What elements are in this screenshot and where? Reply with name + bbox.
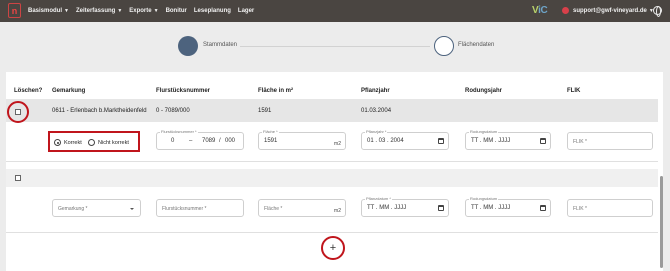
menu-label: Exporte: [129, 8, 152, 14]
cell-flurstueck: 0 - 7089/000: [156, 108, 190, 114]
calendar-icon[interactable]: [438, 205, 444, 211]
add-row-button[interactable]: +: [321, 236, 345, 260]
unit-label: m2: [334, 141, 341, 147]
cell-flaeche: 1591: [258, 108, 272, 114]
radio-nicht-korrekt[interactable]: [88, 139, 95, 146]
menu-leseplanung[interactable]: Leseplanung: [194, 8, 231, 14]
flur-part-b: 7089: [202, 138, 216, 144]
step-stammdaten-indicator[interactable]: [178, 36, 198, 56]
flik-input[interactable]: FLIK *: [567, 132, 653, 150]
gemarkung-select[interactable]: Gemarkung *: [52, 199, 141, 217]
chevron-down-icon: ▼: [153, 8, 159, 14]
rodung-date-input[interactable]: Rodungsdatum TT . MM . JJJJ: [465, 196, 551, 217]
header-loeschen: Löschen?: [14, 88, 43, 94]
menu-exporte[interactable]: Exporte ▼: [129, 8, 158, 14]
calendar-icon[interactable]: [438, 138, 444, 144]
field-label: Pflanzjahr *: [365, 129, 388, 134]
flaeche-input[interactable]: Fläche * m2: [258, 199, 346, 217]
account-email: support@gwf-vineyard.de: [573, 8, 647, 14]
field-label: Rodungsdatum: [469, 129, 499, 134]
menu-label: Leseplanung: [193, 8, 231, 14]
step-connector: [240, 46, 430, 47]
flur-part-c: 000: [225, 138, 236, 144]
menu-label: Bonitur: [165, 8, 187, 14]
header-gemarkung: Gemarkung: [52, 88, 86, 94]
flurstueck-input[interactable]: Flurstücksnummer *: [156, 199, 244, 217]
date-value: TT . MM . JJJJ: [471, 138, 511, 144]
divider: [6, 232, 658, 233]
radio-korrekt[interactable]: [54, 139, 61, 146]
header-pflanzjahr: Pflanzjahr: [361, 88, 390, 94]
menu-zeiterfassung[interactable]: Zeiterfassung ▼: [76, 8, 122, 14]
field-label: Flurstücksnummer *: [160, 129, 198, 134]
menu-label: Lager: [237, 8, 255, 14]
top-navigation-bar: n Basismodul ▼ Zeiterfassung ▼ Exporte ▼ Bo…: [0, 0, 670, 22]
step-stammdaten-label: Stammdaten: [203, 42, 238, 48]
flik-input[interactable]: FLIK *: [567, 199, 653, 217]
header-flaeche: Fläche in m²: [258, 88, 294, 94]
field-label: Rodungsdatum: [469, 196, 499, 201]
flaeche-input[interactable]: Fläche * 1591 m2: [258, 129, 346, 150]
menu-basismodul[interactable]: Basismodul ▼: [28, 8, 69, 14]
step-flaechendaten-indicator[interactable]: [434, 36, 454, 56]
calendar-icon[interactable]: [540, 138, 546, 144]
menu-label: Basismodul: [28, 8, 63, 14]
globe-icon[interactable]: [653, 6, 662, 17]
pflanzjahr-date-input[interactable]: Pflanzjahr * 01 . 03 . 2004: [361, 129, 449, 150]
header-flurstueck: Flurstücksnummer: [156, 88, 211, 94]
main-menu: Basismodul ▼ Zeiterfassung ▼ Exporte ▼ Boni…: [28, 0, 254, 22]
brand-right: iC: [538, 5, 548, 16]
unit-label: m2: [334, 208, 341, 214]
pflanzjahr-date-input[interactable]: Pflanzdatum * TT . MM . JJJJ: [361, 196, 449, 217]
placeholder: Flurstücksnummer *: [162, 206, 207, 212]
date-value: 01 . 03 . 2004: [367, 138, 404, 144]
placeholder: FLIK *: [573, 139, 587, 145]
menu-bonitur[interactable]: Bonitur: [166, 8, 187, 14]
header-flik: FLIK: [567, 88, 581, 94]
account-menu[interactable]: support@gwf-vineyard.de ▼: [573, 0, 654, 22]
placeholder: Gemarkung *: [58, 206, 88, 212]
app-logo-icon[interactable]: n: [8, 3, 21, 18]
notification-icon[interactable]: [562, 7, 569, 14]
flur-separator: /: [219, 138, 221, 144]
brand-logo: ViC: [532, 5, 548, 16]
cell-gemarkung: 0611 - Erlenbach b.Marktheidenfeld: [52, 108, 147, 114]
field-label: Fläche *: [262, 129, 279, 134]
scrollbar[interactable]: [660, 176, 663, 268]
date-value: TT . MM . JJJJ: [471, 205, 511, 211]
chevron-down-icon: ▼: [117, 8, 123, 14]
table-row: [6, 169, 658, 187]
rodung-date-input[interactable]: Rodungsdatum TT . MM . JJJJ: [465, 129, 551, 150]
flaeche-value: 1591: [264, 138, 278, 144]
chevron-down-icon: ▼: [64, 8, 69, 14]
placeholder: Fläche *: [264, 206, 283, 212]
menu-label: Zeiterfassung: [75, 8, 116, 14]
header-rodungsjahr: Rodungsjahr: [465, 88, 502, 94]
divider: [6, 161, 658, 162]
delete-checkbox[interactable]: [15, 175, 21, 181]
delete-checkbox[interactable]: [15, 109, 21, 115]
flurstueck-input[interactable]: Flurstücksnummer * 0 – 7089 / 000: [156, 129, 244, 150]
wizard-stepper: Stammdaten Flächendaten: [0, 22, 670, 72]
menu-lager[interactable]: Lager: [238, 8, 254, 14]
radio-nicht-korrekt-label: Nicht korrekt: [98, 140, 129, 146]
chevron-down-icon: [130, 208, 134, 210]
flur-part-a: 0: [171, 138, 175, 144]
date-value: TT . MM . JJJJ: [367, 205, 407, 211]
field-label: Pflanzdatum *: [365, 196, 392, 201]
placeholder: FLIK *: [573, 206, 587, 212]
cell-pflanzjahr: 01.03.2004: [361, 108, 392, 114]
flur-separator: –: [189, 138, 193, 144]
radio-korrekt-label: Korrekt: [64, 140, 82, 146]
calendar-icon[interactable]: [540, 205, 546, 211]
step-flaechendaten-label: Flächendaten: [458, 42, 495, 48]
